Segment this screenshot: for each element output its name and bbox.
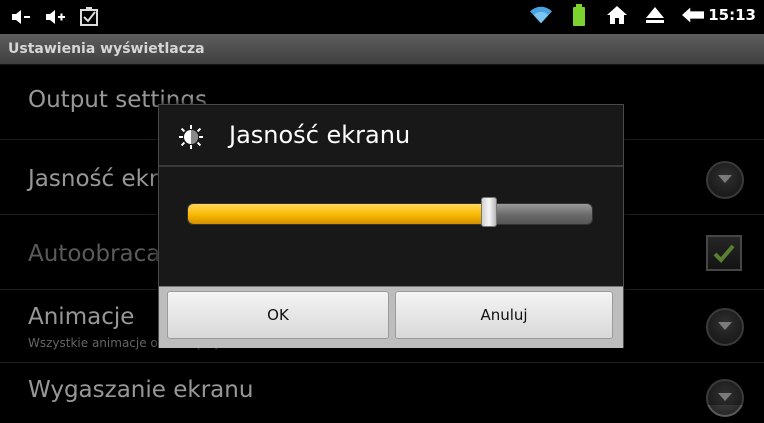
volume-down-icon[interactable] — [10, 6, 32, 28]
home-icon[interactable] — [606, 4, 628, 26]
dialog-title: Jasność ekranu — [229, 121, 411, 149]
battery-icon — [568, 4, 590, 26]
dialog-button-bar: OK Anuluj — [159, 286, 623, 348]
brightness-slider[interactable] — [187, 197, 593, 227]
title-bar: Ustawienia wyświetlacza — [0, 34, 764, 65]
eject-icon[interactable] — [644, 4, 666, 26]
back-icon[interactable] — [682, 4, 705, 26]
page-title: Ustawienia wyświetlacza — [8, 41, 205, 57]
cancel-button[interactable]: Anuluj — [395, 291, 613, 339]
clock: 15:13 — [708, 6, 756, 24]
brightness-slider-fill — [188, 204, 489, 224]
volume-up-icon[interactable] — [44, 6, 66, 28]
brightness-slider-thumb[interactable] — [480, 197, 497, 227]
dialog-header: Jasność ekranu — [159, 105, 623, 167]
ok-button[interactable]: OK — [167, 291, 389, 339]
screenshot-icon[interactable] — [78, 6, 100, 28]
brightness-dialog: Jasność ekranu OK Anuluj — [158, 104, 624, 348]
wifi-icon — [530, 4, 553, 26]
status-bar: 15:13 — [0, 0, 764, 34]
brightness-icon — [179, 125, 203, 149]
